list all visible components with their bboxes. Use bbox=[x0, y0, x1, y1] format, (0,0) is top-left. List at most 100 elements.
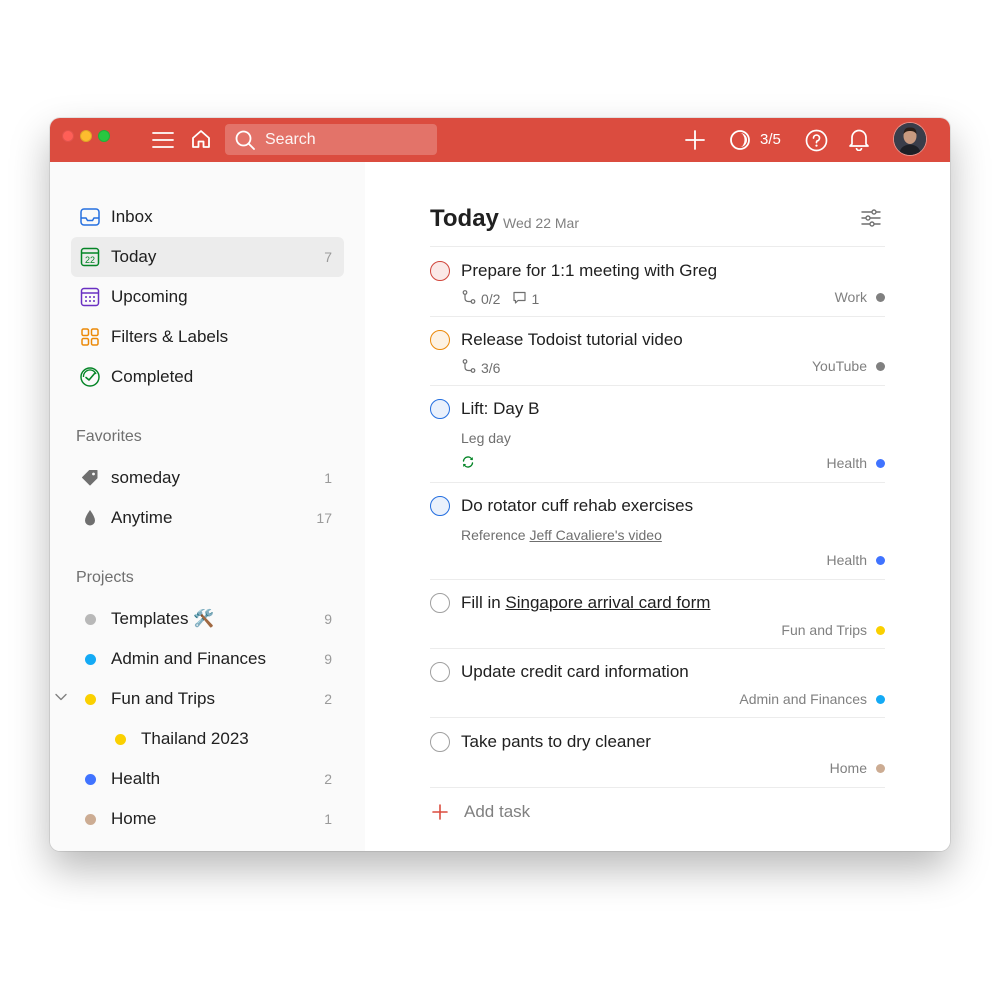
task-project[interactable]: Fun and Trips bbox=[781, 622, 885, 638]
avatar[interactable] bbox=[894, 123, 926, 155]
sidebar-item-label: Anytime bbox=[111, 508, 173, 527]
task-checkbox[interactable] bbox=[430, 496, 450, 516]
sidebar-item-upcoming[interactable]: Upcoming bbox=[71, 277, 344, 317]
chevron-down-icon[interactable] bbox=[54, 690, 68, 704]
subtask-icon bbox=[461, 358, 477, 377]
task-item[interactable]: Fill in Singapore arrival card form Fun … bbox=[430, 593, 885, 647]
task-checkbox[interactable] bbox=[430, 662, 450, 682]
divider bbox=[430, 316, 885, 317]
sidebar-item-thailand-2023[interactable]: Thailand 2023 bbox=[101, 719, 344, 759]
sidebar-item-admin-finances[interactable]: Admin and Finances 9 bbox=[71, 639, 344, 679]
sidebar-item-label: Templates 🛠️ bbox=[111, 609, 215, 628]
task-item[interactable]: Lift: Day B Leg day Health bbox=[430, 399, 885, 481]
view-options-icon[interactable] bbox=[859, 206, 883, 230]
task-project-label: Home bbox=[829, 760, 867, 776]
close-window-button[interactable] bbox=[62, 130, 74, 142]
zoom-window-button[interactable] bbox=[98, 130, 110, 142]
recurring-icon bbox=[461, 455, 475, 469]
top-bar: Search 3/5 bbox=[50, 118, 950, 162]
project-color-dot bbox=[876, 458, 885, 468]
completed-icon bbox=[79, 366, 101, 388]
sidebar-item-inbox[interactable]: Inbox bbox=[71, 197, 344, 237]
task-item[interactable]: Take pants to dry cleaner Home bbox=[430, 732, 885, 786]
sidebar-item-label: someday bbox=[111, 468, 180, 487]
task-project[interactable]: Work bbox=[835, 289, 885, 305]
home-icon[interactable] bbox=[189, 127, 213, 151]
bell-icon[interactable] bbox=[847, 127, 871, 151]
project-color-dot bbox=[876, 555, 885, 565]
task-title: Take pants to dry cleaner bbox=[461, 732, 651, 751]
search-input[interactable]: Search bbox=[225, 124, 437, 155]
project-color-dot bbox=[109, 728, 131, 750]
calendar-grid-icon bbox=[79, 286, 101, 308]
task-title: Prepare for 1:1 meeting with Greg bbox=[461, 261, 718, 280]
sidebar-item-filters-labels[interactable]: Filters & Labels bbox=[71, 317, 344, 357]
task-checkbox[interactable] bbox=[430, 732, 450, 752]
task-project-label: Health bbox=[826, 455, 867, 471]
favorites-heading[interactable]: Favorites bbox=[76, 428, 142, 446]
sidebar-item-label: Upcoming bbox=[111, 287, 188, 306]
divider bbox=[430, 579, 885, 580]
subtask-count: 3/6 bbox=[481, 359, 501, 376]
page-title: Today bbox=[430, 205, 499, 232]
add-task-button[interactable]: Add task bbox=[464, 802, 530, 822]
sidebar-item-templates[interactable]: Templates 🛠️ 9 bbox=[71, 599, 344, 639]
subtask-icon bbox=[461, 289, 477, 308]
divider bbox=[430, 787, 885, 788]
sidebar-item-home[interactable]: Home 1 bbox=[71, 799, 344, 839]
task-project[interactable]: Home bbox=[830, 760, 885, 776]
project-color-dot bbox=[876, 292, 885, 302]
task-project-label: Health bbox=[826, 552, 867, 568]
task-meta: 3/6 bbox=[461, 358, 500, 377]
task-title: Lift: Day B bbox=[461, 399, 540, 418]
inbox-icon bbox=[79, 206, 101, 228]
task-project[interactable]: Health bbox=[827, 552, 885, 568]
sidebar-item-someday[interactable]: someday 1 bbox=[71, 458, 344, 498]
main-content: Today Wed 22 Mar Prepare for 1:1 meeting… bbox=[365, 162, 950, 851]
task-checkbox[interactable] bbox=[430, 399, 450, 419]
task-project[interactable]: Admin and Finances bbox=[739, 691, 885, 707]
search-placeholder: Search bbox=[265, 130, 316, 148]
task-project[interactable]: Health bbox=[827, 455, 885, 471]
menu-icon[interactable] bbox=[151, 128, 175, 152]
project-color-dot bbox=[79, 768, 101, 790]
minimize-window-button[interactable] bbox=[80, 130, 92, 142]
sidebar-item-fun-trips[interactable]: Fun and Trips 2 bbox=[71, 679, 344, 719]
sidebar-item-completed[interactable]: Completed bbox=[71, 357, 344, 397]
task-checkbox[interactable] bbox=[430, 593, 450, 613]
help-icon[interactable] bbox=[804, 128, 828, 152]
task-checkbox[interactable] bbox=[430, 330, 450, 350]
task-description: Leg day bbox=[461, 430, 511, 446]
description-link[interactable]: Jeff Cavaliere's video bbox=[529, 527, 661, 543]
task-project-label: Fun and Trips bbox=[781, 622, 867, 638]
sidebar-item-anytime[interactable]: Anytime 17 bbox=[71, 498, 344, 538]
task-title: Update credit card information bbox=[461, 662, 689, 681]
productivity-icon[interactable] bbox=[728, 128, 752, 152]
divider bbox=[430, 717, 885, 718]
sidebar-item-count: 9 bbox=[324, 611, 332, 627]
karma-progress[interactable]: 3/5 bbox=[760, 131, 781, 148]
task-description: Reference Jeff Cavaliere's video bbox=[461, 527, 662, 543]
task-checkbox[interactable] bbox=[430, 261, 450, 281]
task-project-label: Work bbox=[834, 289, 867, 305]
project-color-dot bbox=[876, 361, 885, 371]
project-color-dot bbox=[79, 808, 101, 830]
divider bbox=[430, 482, 885, 483]
task-title-link[interactable]: Singapore arrival card form bbox=[505, 593, 710, 612]
add-task-icon[interactable] bbox=[430, 802, 450, 822]
task-meta: 0/2 1 bbox=[461, 289, 539, 308]
sidebar-item-count: 1 bbox=[324, 811, 332, 827]
task-item[interactable]: Prepare for 1:1 meeting with Greg 0/2 1 … bbox=[430, 261, 885, 315]
sidebar-item-label: Today bbox=[111, 247, 157, 266]
add-icon[interactable] bbox=[683, 128, 707, 152]
task-item[interactable]: Do rotator cuff rehab exercises Referenc… bbox=[430, 496, 885, 578]
projects-heading[interactable]: Projects bbox=[76, 569, 134, 587]
sidebar-item-today[interactable]: 22 Today 7 bbox=[71, 237, 344, 277]
task-item[interactable]: Release Todoist tutorial video 3/6 YouTu… bbox=[430, 330, 885, 384]
sidebar-item-health[interactable]: Health 2 bbox=[71, 759, 344, 799]
divider bbox=[430, 385, 885, 386]
task-item[interactable]: Update credit card information Admin and… bbox=[430, 662, 885, 716]
page-date: Wed 22 Mar bbox=[503, 215, 579, 231]
task-project[interactable]: YouTube bbox=[812, 358, 885, 374]
sidebar: Inbox 22 Today 7 Upcoming Filters & Labe… bbox=[50, 162, 365, 851]
